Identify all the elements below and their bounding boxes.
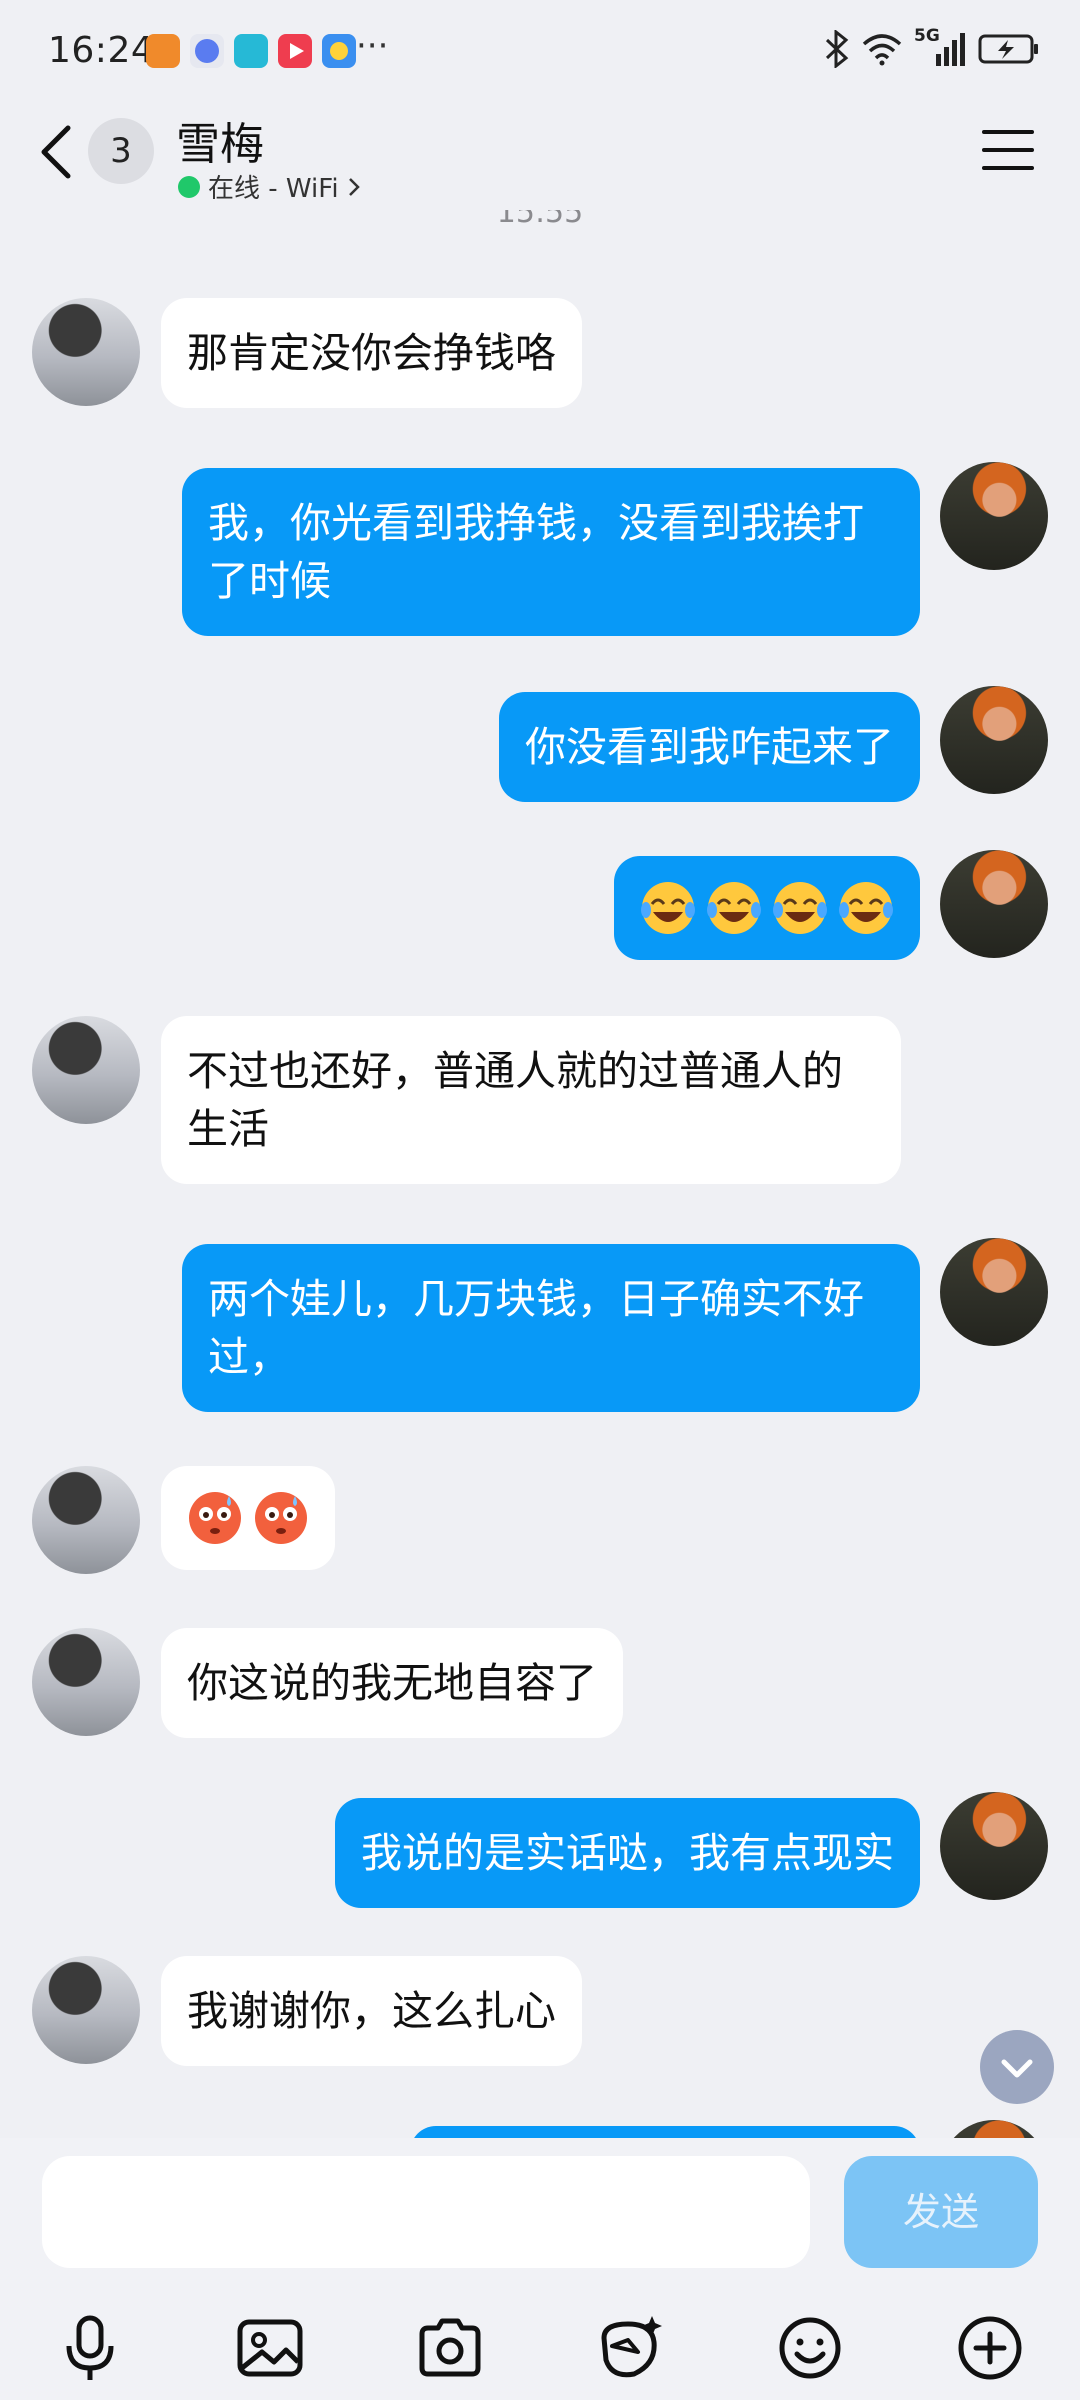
emoji-message-bubble[interactable] xyxy=(614,856,920,960)
chevron-down-icon xyxy=(1001,2059,1033,2078)
message-input[interactable] xyxy=(42,2156,810,2268)
notification-icons xyxy=(146,34,356,68)
message-bubble[interactable]: 我谢谢你，这么扎心 xyxy=(161,1956,582,2066)
video-app-icon xyxy=(278,34,312,68)
face-with-tears-of-joy-icon xyxy=(641,882,695,934)
more-notifications-icon: ··· xyxy=(356,26,389,66)
microphone-icon xyxy=(66,2315,114,2380)
more-actions-button[interactable] xyxy=(954,2312,1026,2384)
image-icon xyxy=(237,2319,303,2377)
my-avatar[interactable] xyxy=(940,686,1048,794)
message-row: 你没看到我咋起来了 xyxy=(0,686,1080,806)
menu-button[interactable] xyxy=(982,130,1034,174)
my-avatar[interactable] xyxy=(940,1792,1048,1900)
message-row: 那肯定没你会挣钱咯 xyxy=(0,298,1080,418)
chat-header: 3 雪梅 在线 - WiFi xyxy=(0,100,1080,210)
flushed-face-icon xyxy=(189,1492,241,1544)
presence-text: 在线 - WiFi xyxy=(208,174,339,204)
my-avatar[interactable] xyxy=(940,2120,1048,2138)
contact-avatar[interactable] xyxy=(32,1016,140,1124)
unread-count-badge[interactable]: 3 xyxy=(88,118,154,184)
reader-app-icon xyxy=(234,34,268,68)
emoji-icon xyxy=(779,2317,841,2379)
sticker-icon xyxy=(601,2316,662,2378)
message-row: 我谢谢你，这么扎心 xyxy=(0,1956,1080,2076)
back-button[interactable] xyxy=(36,122,76,182)
chevron-left-icon xyxy=(41,125,71,179)
contact-avatar[interactable] xyxy=(32,1956,140,2064)
weather-app-icon xyxy=(322,34,356,68)
message-bubble[interactable]: 那肯定没你会挣钱咯 xyxy=(161,298,582,408)
message-bubble[interactable]: 你这说的我无地自容了 xyxy=(161,1628,623,1738)
contact-avatar[interactable] xyxy=(32,298,140,406)
status-time: 16:24 xyxy=(48,30,155,71)
online-dot-icon xyxy=(178,175,200,198)
scroll-to-bottom-button[interactable] xyxy=(980,2030,1054,2104)
camera-button[interactable] xyxy=(414,2312,486,2384)
chat-message-list[interactable]: 15:55 那肯定没你会挣钱咯 我，你光看到我挣钱，没看到我挨打了时候 你没看到… xyxy=(0,210,1080,2138)
my-avatar[interactable] xyxy=(940,850,1048,958)
voice-button[interactable] xyxy=(54,2312,126,2384)
message-row: 两个娃儿，几万块钱，日子确实不好过， xyxy=(0,1238,1080,1412)
menu-icon-bar xyxy=(982,166,1034,170)
message-row: 你这说的我无地自容了 xyxy=(0,1628,1080,1748)
emoji-button[interactable] xyxy=(774,2312,846,2384)
message-bubble[interactable]: 你没看到我咋起来了 xyxy=(499,692,920,802)
message-row xyxy=(0,2120,1080,2138)
bluetooth-icon xyxy=(825,30,849,68)
message-timestamp: 15:55 xyxy=(496,210,584,230)
message-row xyxy=(0,850,1080,970)
contact-avatar[interactable] xyxy=(32,1628,140,1736)
message-bubble[interactable]: 我，你光看到我挣钱，没看到我挨打了时候 xyxy=(182,468,920,636)
input-bar: 发送 xyxy=(0,2138,1080,2400)
menu-icon xyxy=(982,130,1034,134)
my-avatar[interactable] xyxy=(940,462,1048,570)
message-bubble[interactable]: 两个娃儿，几万块钱，日子确实不好过， xyxy=(182,1244,920,1412)
emoji-message-bubble[interactable] xyxy=(161,1466,335,1570)
camera-icon xyxy=(419,2318,481,2377)
message-row: 我，你光看到我挣钱，没看到我挨打了时候 xyxy=(0,462,1080,636)
message-row xyxy=(0,1466,1080,1586)
contact-avatar[interactable] xyxy=(32,1466,140,1574)
contact-name[interactable]: 雪梅 xyxy=(176,108,264,172)
plus-icon xyxy=(958,2316,1022,2380)
signal-icon: 5G xyxy=(914,26,966,68)
face-with-tears-of-joy-icon xyxy=(707,882,761,934)
message-bubble[interactable]: 我说的是实话哒，我有点现实 xyxy=(335,1798,920,1908)
menu-icon-bar xyxy=(982,148,1034,152)
message-bubble[interactable] xyxy=(410,2126,920,2138)
message-bubble[interactable]: 不过也还好，普通人就的过普通人的生活 xyxy=(161,1016,901,1184)
input-toolbar xyxy=(0,2298,1080,2398)
face-with-tears-of-joy-icon xyxy=(773,882,827,934)
message-row: 我说的是实话哒，我有点现实 xyxy=(0,1792,1080,1912)
battery-icon xyxy=(978,34,1038,64)
send-button[interactable]: 发送 xyxy=(844,2156,1038,2268)
browser-app-icon xyxy=(190,34,224,68)
my-avatar[interactable] xyxy=(940,1238,1048,1346)
sticker-button[interactable] xyxy=(594,2312,666,2384)
message-row: 不过也还好，普通人就的过普通人的生活 xyxy=(0,1016,1080,1188)
gallery-button[interactable] xyxy=(234,2312,306,2384)
system-icons: 5G xyxy=(824,26,1040,68)
wifi-icon xyxy=(862,34,902,66)
face-with-tears-of-joy-icon xyxy=(839,882,893,934)
flushed-face-icon xyxy=(255,1492,307,1544)
chevron-right-icon xyxy=(348,177,360,196)
heart-app-icon xyxy=(146,34,180,68)
presence-status[interactable]: 在线 - WiFi xyxy=(178,168,361,205)
status-bar: 16:24 ··· 5G xyxy=(0,0,1080,100)
